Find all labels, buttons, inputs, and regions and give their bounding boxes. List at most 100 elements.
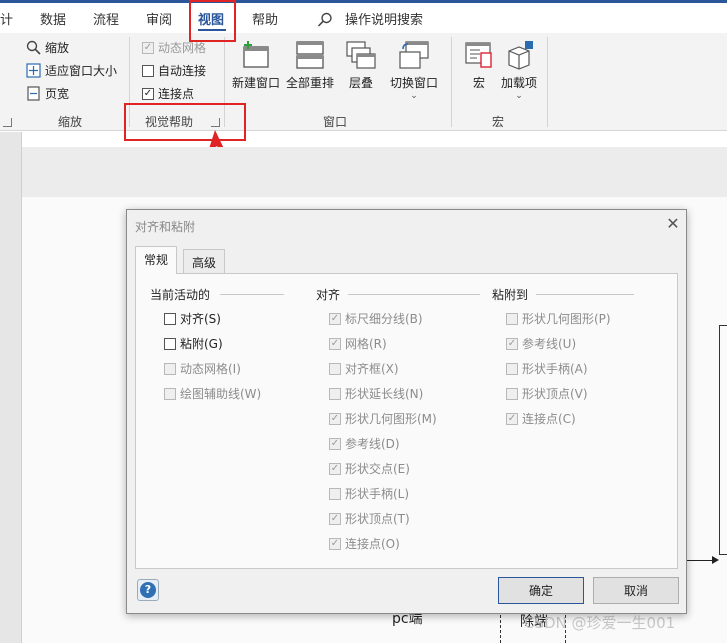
- checkbox-box: ✓: [142, 41, 154, 54]
- zoom-button[interactable]: 缩放: [26, 39, 69, 56]
- auto-connect-checkbox[interactable]: 自动连接: [142, 62, 206, 79]
- shape-geometry-option[interactable]: ✓ 形状几何图形(M): [329, 410, 437, 427]
- shape-vertices-option[interactable]: ✓ 形状顶点(T): [329, 510, 410, 527]
- group-separator: [547, 37, 548, 127]
- switch-window-button[interactable]: 切换窗口 ⌄: [390, 39, 438, 101]
- tab-help[interactable]: 帮助: [252, 9, 278, 28]
- glue-shape-geometry-option[interactable]: 形状几何图形(P): [506, 310, 611, 327]
- option-label: 对齐框(X): [345, 362, 399, 376]
- tab-design[interactable]: 计: [0, 9, 13, 28]
- glue-label: 粘附(G): [180, 337, 223, 351]
- new-window-button[interactable]: 新建窗口: [232, 39, 280, 91]
- connection-points-option[interactable]: ✓ 连接点(O): [329, 535, 400, 552]
- checkbox-box: [164, 362, 176, 375]
- cascade-button[interactable]: 层叠: [345, 39, 377, 91]
- option-label: 标尺细分线(B): [345, 312, 423, 326]
- drawing-aids-label: 绘图辅助线(W): [180, 387, 262, 401]
- tab-data[interactable]: 数据: [40, 9, 66, 28]
- new-window-label: 新建窗口: [232, 76, 281, 90]
- switch-window-label: 切换窗口: [390, 76, 439, 90]
- new-window-icon: [243, 41, 269, 68]
- cancel-button[interactable]: 取消: [593, 577, 679, 604]
- checkbox-box: ✓: [142, 87, 154, 100]
- zoom-label: 缩放: [45, 41, 70, 55]
- option-label: 连接点(C): [522, 412, 576, 426]
- add-ins-icon: [508, 41, 533, 70]
- fit-window-icon: [26, 63, 41, 78]
- drawing-aids-option[interactable]: 绘图辅助线(W): [164, 385, 261, 402]
- canvas-top-band: [22, 147, 727, 197]
- glue-guides-option[interactable]: ✓ 参考线(U): [506, 335, 576, 352]
- tab-process[interactable]: 流程: [93, 9, 119, 28]
- checkbox-box: ✓: [329, 537, 341, 550]
- zoom-dialog-launcher[interactable]: [3, 118, 12, 127]
- tell-me-search[interactable]: 操作说明搜索: [345, 9, 423, 28]
- checkbox-box: [329, 387, 341, 400]
- snap-label: 对齐(S): [180, 312, 221, 326]
- close-icon[interactable]: ✕: [663, 214, 683, 234]
- arrowhead-icon: [712, 556, 719, 564]
- snap-glue-dialog: 对齐和粘附 ✕ 常规 高级 当前活动的 对齐(S) 粘附(G) 动态网格(I) …: [126, 209, 687, 614]
- option-label: 形状手柄(A): [522, 362, 588, 376]
- glue-shape-handles-option[interactable]: 形状手柄(A): [506, 360, 588, 377]
- diagram-shape[interactable]: [719, 325, 727, 555]
- checkbox-box: [164, 387, 176, 400]
- shape-intersections-option[interactable]: ✓ 形状交点(E): [329, 460, 410, 477]
- dynamic-grid-option-label: 动态网格(I): [180, 362, 241, 376]
- macro-icon: [465, 42, 492, 68]
- checkbox-box: [164, 312, 176, 325]
- column-heading-snap-to: 对齐: [316, 288, 341, 302]
- cascade-icon: [346, 41, 376, 69]
- glue-checkbox[interactable]: 粘附(G): [164, 335, 223, 352]
- arrange-all-button[interactable]: 全部重排: [286, 39, 334, 91]
- macro-group-label: 宏: [492, 115, 505, 129]
- shapes-pane-edge: [0, 132, 22, 643]
- ruler-subdivisions-option[interactable]: ✓ 标尺细分线(B): [329, 310, 423, 327]
- option-label: 形状几何图形(P): [522, 312, 611, 326]
- group-separator: [451, 37, 452, 127]
- tab-review[interactable]: 审阅: [146, 9, 172, 28]
- grid-option[interactable]: ✓ 网格(R): [329, 335, 387, 352]
- option-label: 形状几何图形(M): [345, 412, 437, 426]
- search-icon: [317, 12, 332, 27]
- column-heading-glue-to: 粘附到: [492, 288, 529, 302]
- watermark: CSDN @珍爱一生001: [524, 614, 676, 632]
- option-label: 连接点(O): [345, 537, 400, 551]
- dynamic-grid-option[interactable]: 动态网格(I): [164, 360, 241, 377]
- fit-window-label: 适应窗口大小: [45, 64, 118, 78]
- ok-button[interactable]: 确定: [498, 577, 584, 604]
- glue-shape-vertices-option[interactable]: 形状顶点(V): [506, 385, 588, 402]
- checkbox-box: ✓: [329, 512, 341, 525]
- connector-line[interactable]: [686, 560, 714, 561]
- add-ins-button[interactable]: 加载项 ⌄: [501, 39, 537, 101]
- checkbox-box: ✓: [329, 437, 341, 450]
- page-width-icon: [27, 86, 40, 101]
- tab-advanced[interactable]: 高级: [183, 249, 226, 273]
- magnifier-icon: [26, 40, 41, 55]
- option-label: 参考线(D): [345, 437, 400, 451]
- option-label: 形状交点(E): [345, 462, 410, 476]
- guides-option[interactable]: ✓ 参考线(D): [329, 435, 400, 452]
- chevron-down-icon: ⌄: [410, 91, 418, 101]
- snap-checkbox[interactable]: 对齐(S): [164, 310, 221, 327]
- checkbox-box: [329, 487, 341, 500]
- glue-connection-points-option[interactable]: ✓ 连接点(C): [506, 410, 576, 427]
- help-button[interactable]: ?: [137, 579, 159, 601]
- checkbox-box: [329, 362, 341, 375]
- general-tab-panel: 当前活动的 对齐(S) 粘附(G) 动态网格(I) 绘图辅助线(W) 对齐 ✓ …: [135, 273, 678, 569]
- shape-extensions-option[interactable]: 形状延长线(N): [329, 385, 423, 402]
- dialog-title: 对齐和粘附: [135, 220, 196, 234]
- page-width-button[interactable]: 页宽: [26, 85, 69, 102]
- arrange-all-label: 全部重排: [286, 76, 335, 90]
- option-label: 形状手柄(L): [345, 487, 410, 501]
- switch-window-icon: [399, 41, 429, 69]
- macros-button[interactable]: 宏: [463, 39, 495, 91]
- shape-handles-option[interactable]: 形状手柄(L): [329, 485, 409, 502]
- connection-points-checkbox[interactable]: ✓ 连接点: [142, 85, 194, 102]
- fit-window-button[interactable]: 适应窗口大小: [26, 62, 117, 79]
- column-heading-active: 当前活动的: [150, 288, 211, 302]
- checkbox-box: [506, 362, 518, 375]
- tab-general[interactable]: 常规: [135, 246, 178, 274]
- alignment-box-option[interactable]: 对齐框(X): [329, 360, 399, 377]
- macros-label: 宏: [472, 76, 485, 90]
